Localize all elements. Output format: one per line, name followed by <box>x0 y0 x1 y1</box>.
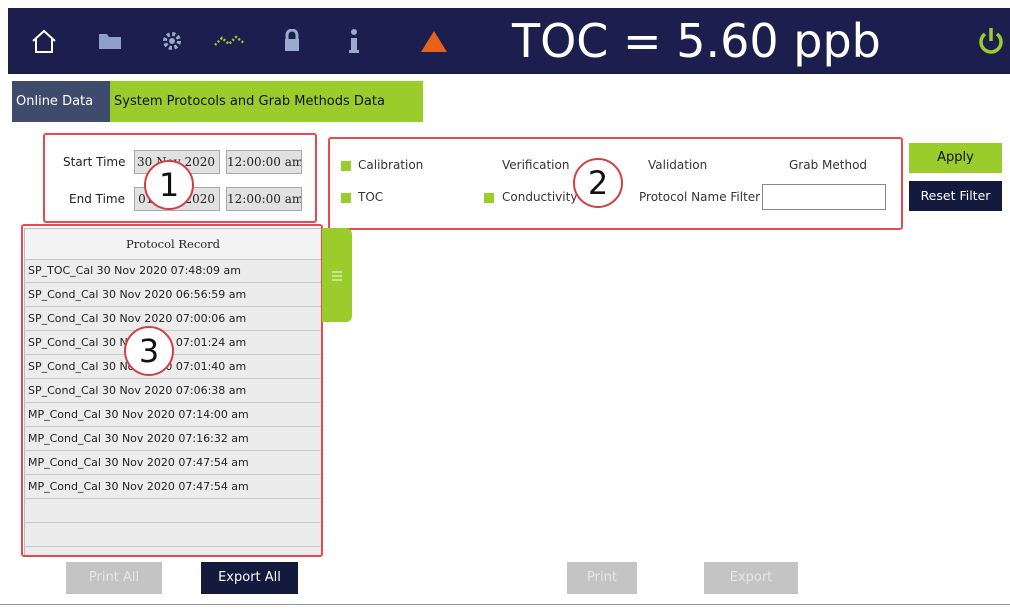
callout-2: 2 <box>573 158 623 208</box>
print-all-button[interactable]: Print All <box>66 562 162 594</box>
top-bar: TOC = 5.60 ppb <box>8 8 1010 74</box>
toc-readout: TOC = 5.60 ppb <box>512 14 881 68</box>
trend-icon[interactable] <box>212 26 248 56</box>
reset-filter-button[interactable]: Reset Filter <box>909 181 1002 211</box>
home-icon[interactable] <box>28 26 60 56</box>
bottom-divider <box>0 604 1010 605</box>
folder-icon[interactable] <box>96 26 124 56</box>
protocol-list-highlight <box>21 224 323 557</box>
lock-icon[interactable] <box>280 26 304 56</box>
gear-icon[interactable] <box>158 26 186 56</box>
callout-3: 3 <box>124 326 174 376</box>
tab-online-data[interactable]: Online Data <box>12 81 110 122</box>
apply-button[interactable]: Apply <box>909 143 1002 173</box>
warning-icon[interactable] <box>418 26 450 56</box>
print-button[interactable]: Print <box>567 562 637 594</box>
export-button[interactable]: Export <box>704 562 798 594</box>
export-all-button[interactable]: Export All <box>201 562 298 594</box>
tab-system-protocols[interactable]: System Protocols and Grab Methods Data <box>110 81 423 122</box>
callout-1: 1 <box>144 160 194 210</box>
power-icon[interactable] <box>976 26 1006 56</box>
info-icon[interactable] <box>344 26 364 56</box>
panel-collapse-handle[interactable] <box>322 228 352 322</box>
handle-grip-icon <box>332 271 342 281</box>
